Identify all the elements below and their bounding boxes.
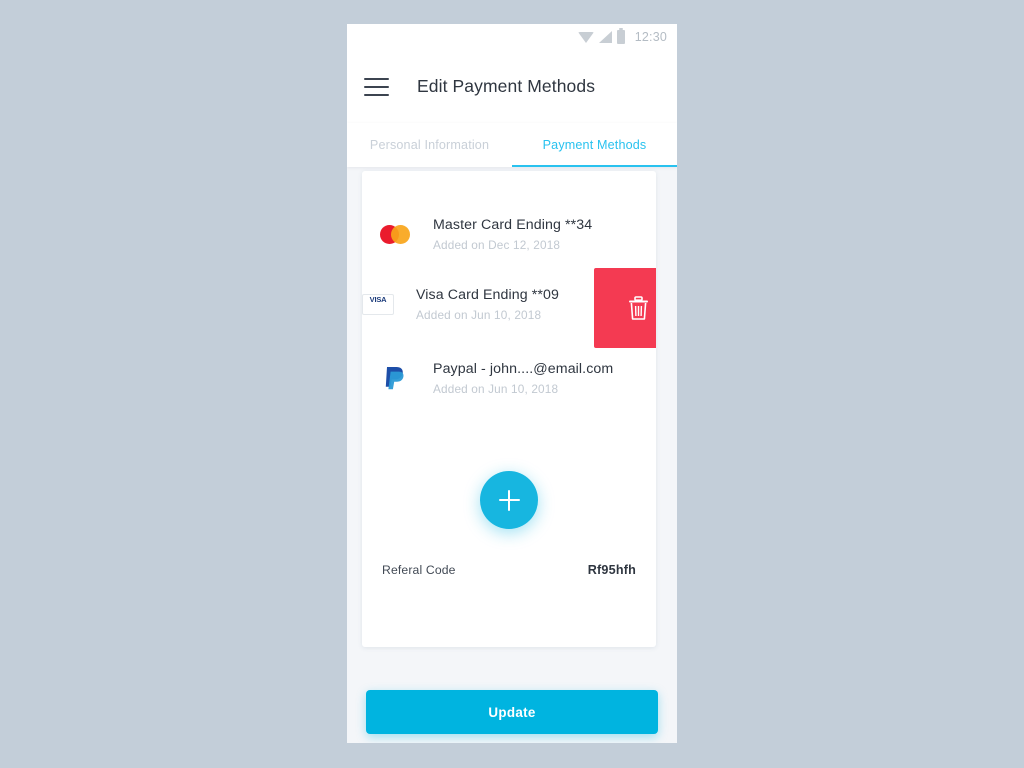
list-item-text: Paypal - john....@email.com Added on Jun… (433, 360, 613, 396)
content-area: Master Card Ending **34 Added on Dec 12,… (347, 167, 677, 743)
payment-method-title: Paypal - john....@email.com (433, 361, 614, 377)
list-item[interactable]: Paypal - john....@email.com Added on Jun… (362, 342, 656, 414)
referral-code-label: Referal Code (382, 563, 456, 577)
plus-icon (507, 489, 511, 511)
payment-method-title: Master Card Ending **34 (433, 217, 593, 233)
status-bar-clock: 12:30 (634, 30, 667, 44)
list-item[interactable]: VISA Visa Card Ending **09 Added on Jun … (362, 268, 656, 348)
tab-bar: Personal Information Payment Methods (347, 123, 677, 167)
hamburger-line (364, 93, 389, 96)
hamburger-menu-icon[interactable] (364, 77, 389, 96)
tab-label: Personal Information (369, 138, 490, 152)
update-button[interactable]: Update (366, 690, 658, 734)
payment-methods-card: Master Card Ending **34 Added on Dec 12,… (362, 171, 656, 647)
tab-personal-information[interactable]: Personal Information (347, 123, 512, 167)
tab-label: Payment Methods (542, 138, 647, 152)
visa-wordmark: VISA (369, 294, 387, 304)
mastercard-circle-orange (391, 224, 410, 244)
paypal-logo (379, 365, 411, 391)
visa-logo: VISA (362, 293, 394, 315)
mastercard-logo (379, 224, 411, 244)
payment-method-added-date: Added on Jun 10, 2018 (416, 308, 542, 322)
list-item-text: Master Card Ending **34 Added on Dec 12,… (433, 216, 592, 252)
list-item[interactable]: Master Card Ending **34 Added on Dec 12,… (362, 198, 656, 270)
status-bar: 12:30 (347, 24, 677, 50)
list-item-text: Visa Card Ending **09 Added on Jun 10, 2… (416, 286, 559, 322)
trash-icon (628, 295, 648, 320)
hamburger-line (364, 85, 389, 88)
hamburger-line (364, 77, 389, 80)
add-payment-method-button[interactable] (480, 471, 538, 529)
wifi-icon (577, 31, 594, 43)
payment-method-title: Visa Card Ending **09 (416, 287, 560, 303)
battery-icon (616, 28, 625, 44)
referral-code-value: Rf95hfh (587, 563, 636, 577)
payment-method-added-date: Added on Dec 12, 2018 (433, 238, 561, 252)
phone-frame: 12:30 Edit Payment Methods Personal Info… (347, 24, 677, 743)
payment-method-added-date: Added on Jun 10, 2018 (433, 382, 559, 396)
status-bar-icons: 12:30 (577, 28, 667, 44)
page-title: Edit Payment Methods (417, 76, 596, 96)
delete-button[interactable] (594, 268, 656, 348)
tab-payment-methods[interactable]: Payment Methods (512, 123, 677, 167)
signal-icon (598, 31, 612, 43)
referral-code-row: Referal Code Rf95hfh (382, 563, 636, 577)
app-bar: Edit Payment Methods (347, 50, 677, 123)
